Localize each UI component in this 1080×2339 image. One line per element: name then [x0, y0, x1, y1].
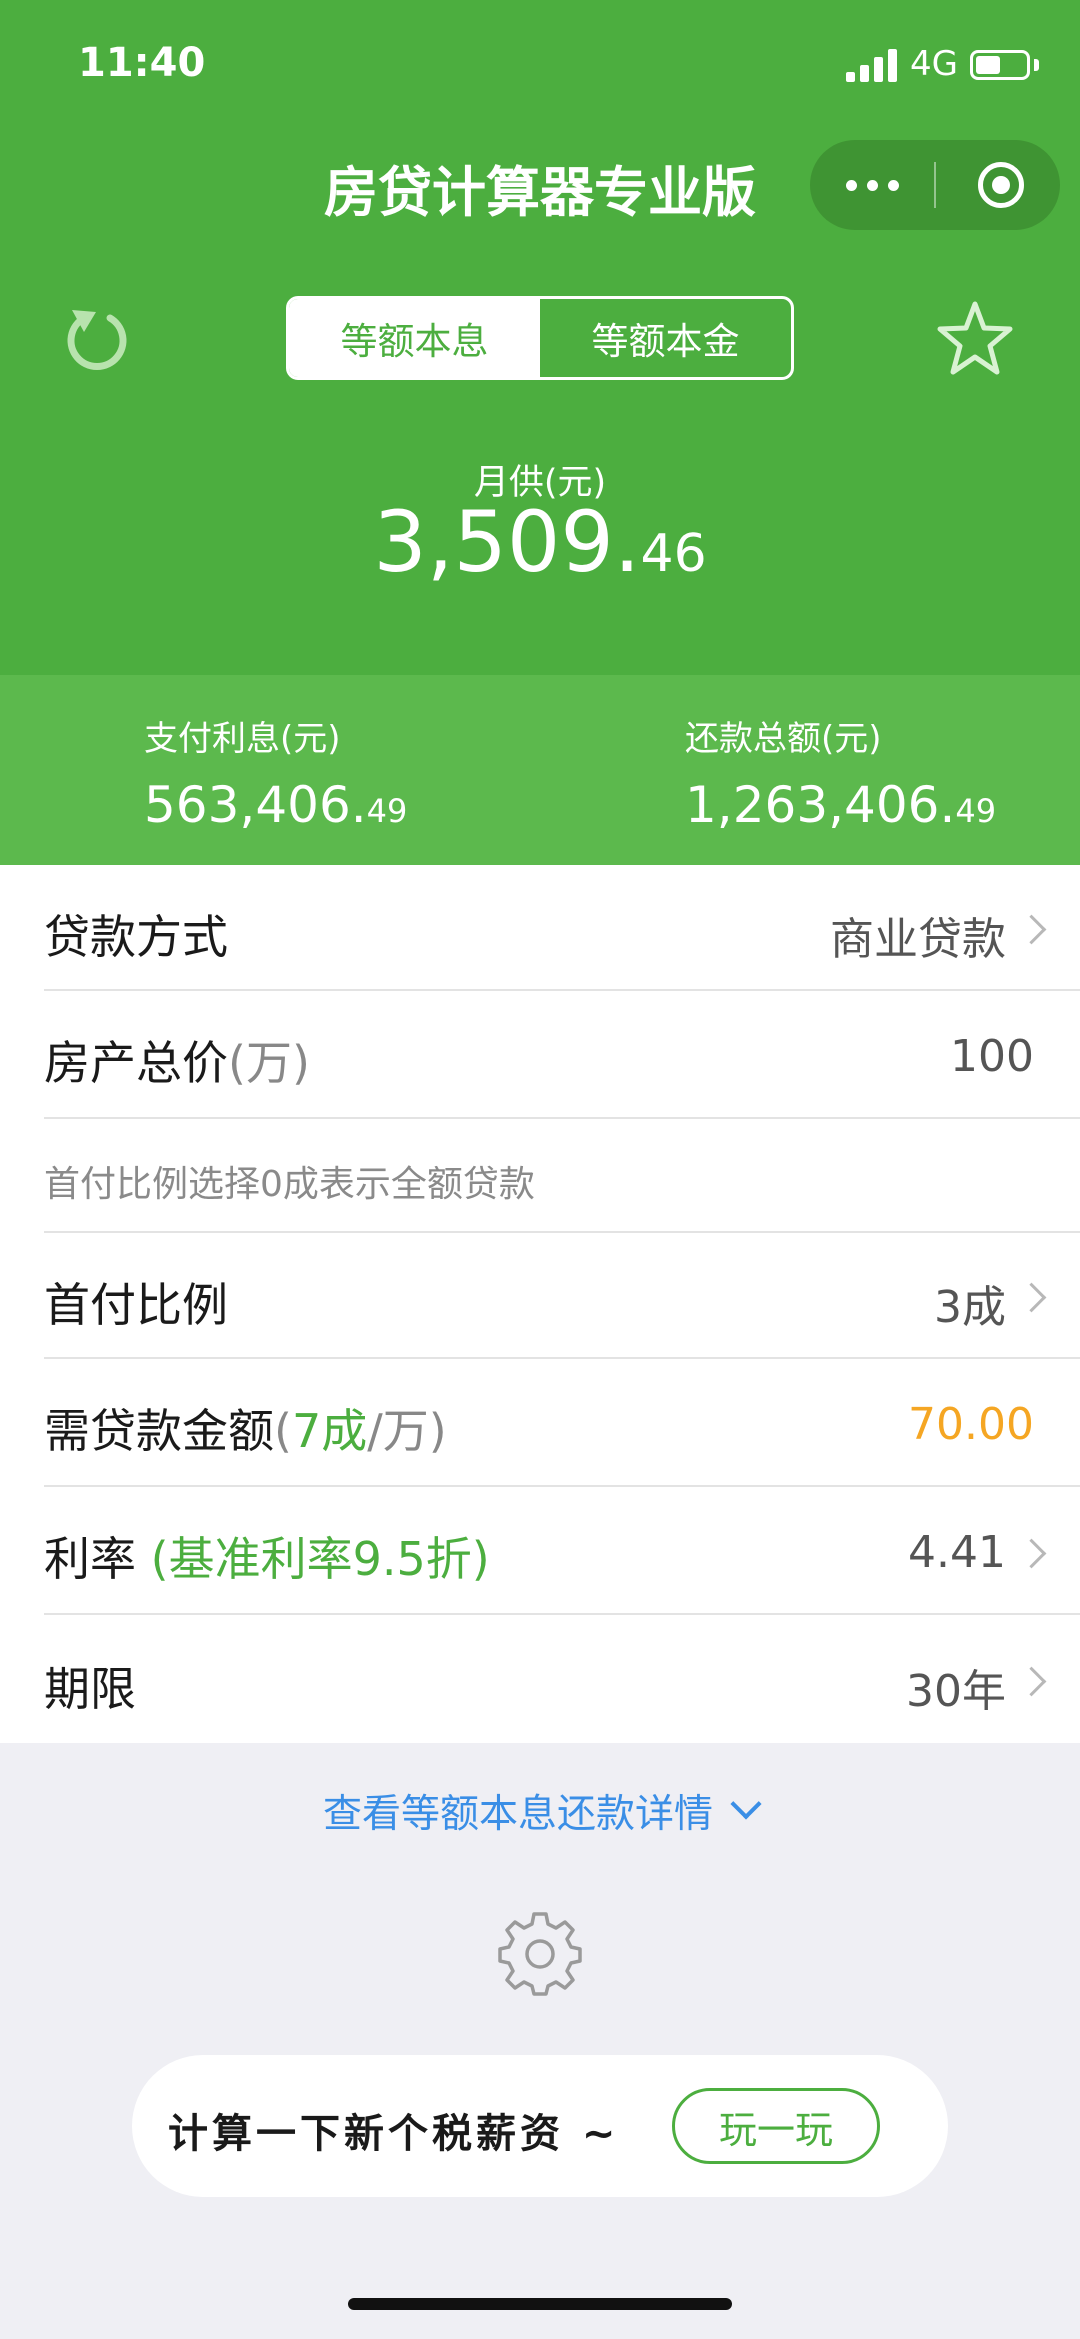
- total-integer: 1,263,406.: [685, 776, 956, 834]
- loan-amount-paren: (: [274, 1404, 292, 1458]
- total-price-label: 房产总价(万): [44, 1027, 310, 1093]
- interest-integer: 563,406.: [144, 776, 367, 834]
- chevron-right-icon: [1016, 1282, 1047, 1313]
- signal-icon: [846, 48, 898, 82]
- loan-form: 贷款方式 商业贷款 房产总价(万) 100 首付比例选择0成表示全额贷款 首付比…: [0, 865, 1080, 1743]
- tab-equal-installment[interactable]: 等额本息: [289, 299, 540, 377]
- rate-label: 利率 (基准利率9.5折): [44, 1523, 490, 1589]
- loan-amount-value: 70.00: [908, 1399, 1034, 1450]
- chevron-down-icon: [730, 1788, 762, 1820]
- header: 11:40 4G 房贷计算器专业版 等额本息 等额本金 月供(元) 3,509.…: [0, 0, 1080, 675]
- settings-icon[interactable]: [496, 1908, 584, 1996]
- status-bar: 11:40 4G: [0, 0, 1080, 130]
- down-payment-value: 3成: [934, 1282, 1006, 1333]
- battery-tip: [1034, 59, 1039, 71]
- row-loan-amount: 需贷款金额(7成/万) 70.00: [44, 1359, 1080, 1487]
- total-label: 还款总额(元): [685, 719, 882, 759]
- rate-note: (基准利率9.5折): [150, 1532, 490, 1586]
- payment-summary: 支付利息(元) 563,406.49 还款总额(元) 1,263,406.49: [0, 675, 1080, 865]
- home-indicator: [348, 2298, 732, 2310]
- star-icon[interactable]: [935, 298, 1015, 378]
- monthly-payment-value: 3,509.46: [0, 500, 1080, 584]
- rate-label-text: 利率: [44, 1532, 151, 1586]
- network-type: 4G: [910, 44, 958, 84]
- chevron-right-icon: [1016, 1666, 1047, 1697]
- term-value: 30年: [906, 1666, 1006, 1717]
- tab-equal-principal[interactable]: 等额本金: [540, 299, 791, 377]
- play-button[interactable]: 玩一玩: [672, 2088, 880, 2164]
- more-icon[interactable]: [810, 140, 934, 230]
- down-payment-label: 首付比例: [44, 1278, 228, 1332]
- mini-program-capsule: [810, 140, 1060, 230]
- promo-text: 计算一下新个税薪资 ~: [168, 2111, 620, 2157]
- chevron-right-icon: [1016, 914, 1047, 945]
- down-payment-hint: 首付比例选择0成表示全额贷款: [44, 1164, 535, 1205]
- battery-icon: [970, 50, 1030, 80]
- monthly-payment-integer: 3,509.: [373, 493, 641, 591]
- loan-amount-ratio: 7成: [291, 1404, 368, 1458]
- capsule-divider: [934, 162, 936, 208]
- tax-calculator-promo: 计算一下新个税薪资 ~ 玩一玩: [132, 2055, 948, 2197]
- total-summary: 还款总额(元) 1,263,406.49: [685, 711, 996, 830]
- term-label: 期限: [44, 1662, 136, 1716]
- total-price-value[interactable]: 100: [950, 1031, 1034, 1082]
- loan-type-value: 商业贷款: [830, 914, 1006, 965]
- close-mini-program-icon[interactable]: [978, 162, 1024, 208]
- loan-amount-label: 需贷款金额(7成/万): [44, 1395, 447, 1461]
- loan-type-label: 贷款方式: [44, 910, 228, 964]
- interest-label: 支付利息(元): [144, 719, 341, 759]
- repayment-method-tabs: 等额本息 等额本金: [286, 296, 794, 380]
- detail-link-label: 查看等额本息还款详情: [322, 1792, 713, 1837]
- total-price-label-text: 房产总价: [44, 1036, 228, 1090]
- row-loan-type[interactable]: 贷款方式 商业贷款: [44, 865, 1080, 991]
- row-total-price[interactable]: 房产总价(万) 100: [44, 991, 1080, 1119]
- total-value: 1,263,406.49: [685, 780, 996, 830]
- monthly-payment-decimal: 46: [640, 524, 707, 584]
- chevron-right-icon: [1016, 1538, 1047, 1569]
- row-term[interactable]: 期限 30年: [44, 1615, 1080, 1743]
- refresh-icon[interactable]: [62, 302, 132, 372]
- rate-value: 4.41: [908, 1527, 1006, 1578]
- status-time: 11:40: [78, 40, 206, 86]
- loan-amount-label-text: 需贷款金额: [44, 1404, 274, 1458]
- row-rate[interactable]: 利率 (基准利率9.5折) 4.41: [44, 1487, 1080, 1615]
- loan-amount-unit: /万): [367, 1404, 447, 1458]
- row-hint: 首付比例选择0成表示全额贷款: [44, 1119, 1080, 1233]
- row-down-payment[interactable]: 首付比例 3成: [44, 1233, 1080, 1359]
- interest-value: 563,406.49: [144, 780, 407, 830]
- interest-decimal: 49: [366, 792, 408, 830]
- interest-summary: 支付利息(元) 563,406.49: [144, 711, 407, 830]
- total-decimal: 49: [955, 792, 997, 830]
- view-repayment-details-link[interactable]: 查看等额本息还款详情: [0, 1783, 1080, 1839]
- total-price-unit: (万): [228, 1036, 310, 1090]
